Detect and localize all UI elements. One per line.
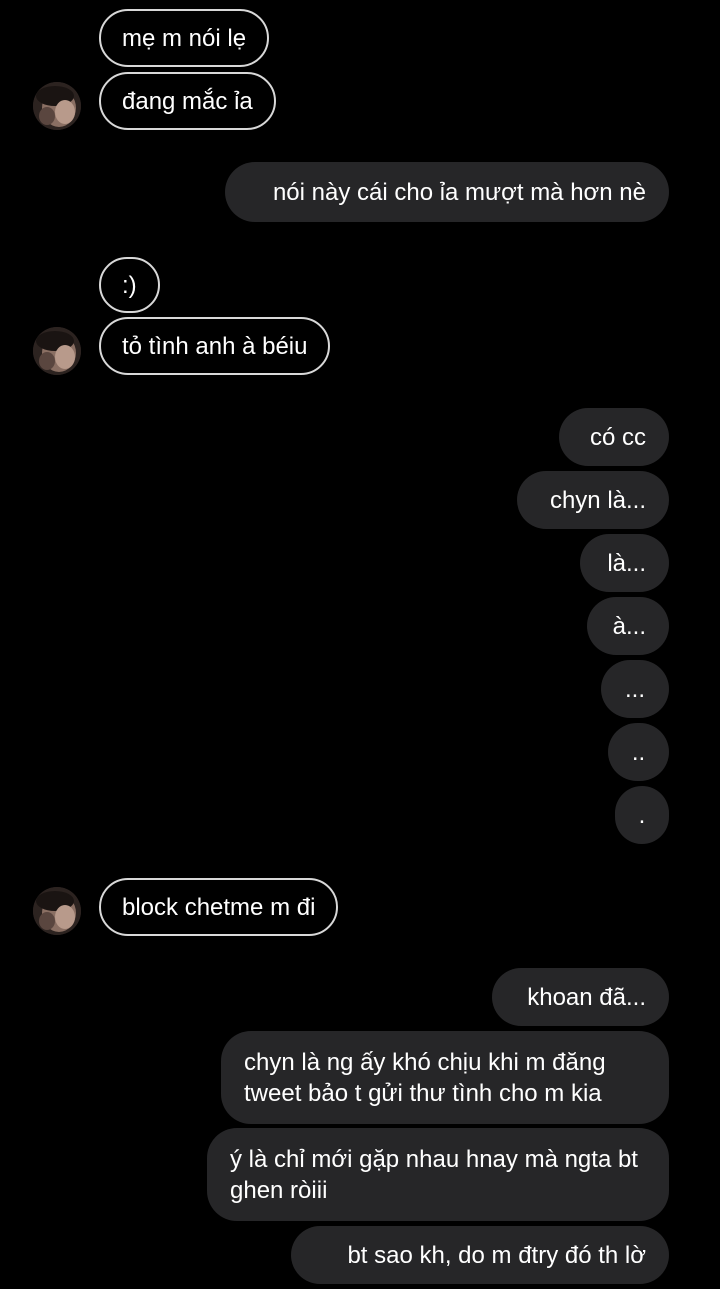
avatar-image xyxy=(33,887,81,935)
outgoing-message[interactable]: bt sao kh, do m đtry đó th lờ xyxy=(291,1226,669,1284)
outgoing-message[interactable]: nói này cái cho ỉa mượt mà hơn nè xyxy=(225,162,669,222)
message-text: block chetme m đi xyxy=(122,893,316,921)
message-text: bt sao kh, do m đtry đó th lờ xyxy=(347,1241,646,1269)
avatar-image xyxy=(33,82,81,130)
message-text: là... xyxy=(607,549,646,577)
message-text: ... xyxy=(624,675,645,703)
message-text: . xyxy=(638,801,646,829)
outgoing-message[interactable]: . xyxy=(615,786,669,844)
outgoing-message[interactable]: chyn là ng ấy khó chịu khi m đăng tweet … xyxy=(221,1031,669,1124)
message-text: mẹ m nói lẹ xyxy=(122,24,247,52)
outgoing-message[interactable]: khoan đã... xyxy=(492,968,669,1026)
message-text: chyn là ng ấy khó chịu khi m đăng tweet … xyxy=(244,1048,606,1107)
incoming-message[interactable]: :) xyxy=(99,257,160,313)
message-text: à... xyxy=(612,612,646,640)
avatar-image xyxy=(33,327,81,375)
message-text: .. xyxy=(631,738,646,766)
message-text: nói này cái cho ỉa mượt mà hơn nè xyxy=(272,178,646,206)
message-text: khoan đã... xyxy=(527,983,646,1011)
outgoing-message[interactable]: .. xyxy=(608,723,669,781)
message-text: đang mắc ỉa xyxy=(122,87,253,115)
incoming-message[interactable]: đang mắc ỉa xyxy=(99,72,276,130)
contact-avatar[interactable] xyxy=(33,887,81,935)
incoming-message[interactable]: mẹ m nói lẹ xyxy=(99,9,270,67)
outgoing-message[interactable]: à... xyxy=(587,597,669,655)
outgoing-message[interactable]: ... xyxy=(601,660,669,718)
message-text: chyn là... xyxy=(549,486,646,514)
contact-avatar[interactable] xyxy=(33,327,81,375)
message-text: :) xyxy=(122,271,137,299)
outgoing-message[interactable]: là... xyxy=(580,534,669,592)
contact-avatar[interactable] xyxy=(33,82,81,130)
message-text: có cc xyxy=(589,423,646,451)
outgoing-message[interactable]: có cc xyxy=(559,408,669,466)
incoming-message[interactable]: tỏ tình anh à béiu xyxy=(99,317,331,375)
message-text: ý là chỉ mới gặp nhau hnay mà ngta bt gh… xyxy=(230,1145,638,1204)
outgoing-message[interactable]: ý là chỉ mới gặp nhau hnay mà ngta bt gh… xyxy=(207,1128,669,1221)
incoming-message[interactable]: block chetme m đi xyxy=(99,878,339,936)
message-text: tỏ tình anh à béiu xyxy=(122,332,308,360)
outgoing-message[interactable]: chyn là... xyxy=(517,471,669,529)
